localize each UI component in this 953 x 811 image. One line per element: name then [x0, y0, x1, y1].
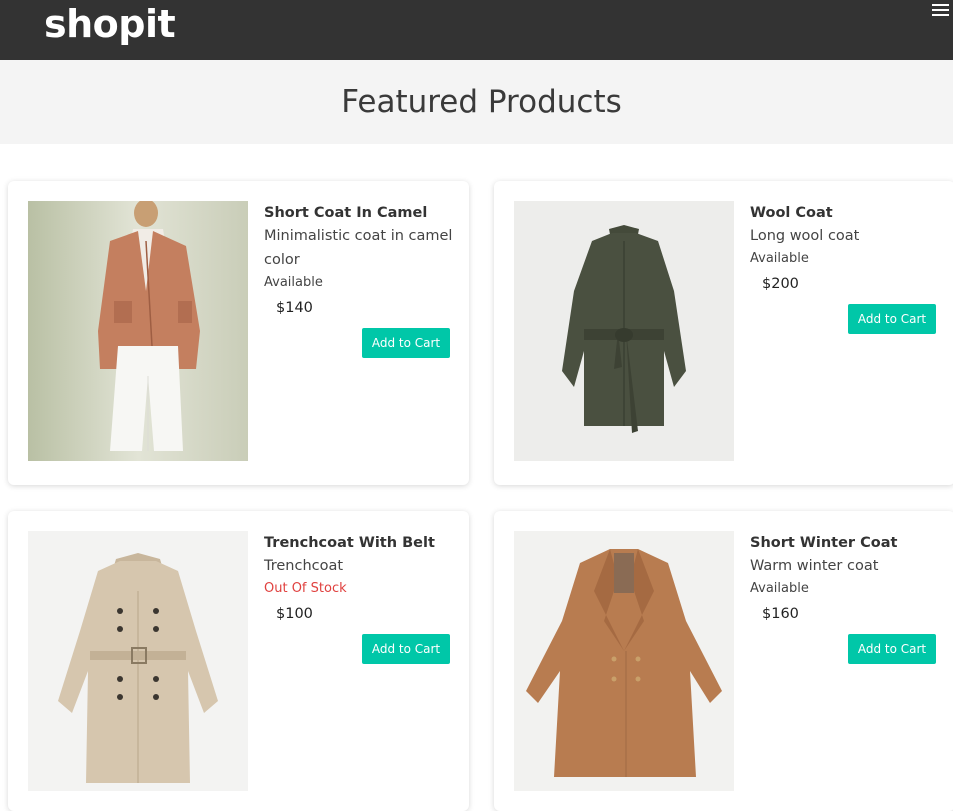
product-card: Wool Coat Long wool coat Available $200 … [494, 181, 953, 485]
product-price: $200 [762, 276, 799, 292]
add-to-cart-button[interactable]: Add to Cart [848, 634, 936, 664]
hero-banner: Featured Products [0, 60, 953, 144]
product-description: Minimalistic coat in camel color [264, 228, 453, 268]
product-name[interactable]: Trenchcoat With Belt [264, 533, 454, 553]
product-info: Trenchcoat With Belt Trenchcoat Out Of S… [264, 533, 454, 624]
hamburger-icon[interactable] [932, 4, 949, 17]
stock-status: Available [750, 251, 809, 266]
product-image[interactable] [28, 201, 248, 461]
add-to-cart-button[interactable]: Add to Cart [848, 304, 936, 334]
top-navbar: shopit [0, 0, 953, 60]
product-info: Short Winter Coat Warm winter coat Avail… [750, 533, 940, 624]
add-to-cart-button[interactable]: Add to Cart [362, 634, 450, 664]
product-image[interactable] [514, 201, 734, 461]
product-image[interactable] [514, 531, 734, 791]
stock-status: Available [264, 275, 323, 290]
product-card: Trenchcoat With Belt Trenchcoat Out Of S… [8, 511, 469, 811]
product-description: Long wool coat [750, 228, 860, 244]
add-to-cart-button[interactable]: Add to Cart [362, 328, 450, 358]
product-description: Warm winter coat [750, 558, 879, 574]
stock-status: Out Of Stock [264, 581, 347, 596]
product-price: $140 [276, 300, 313, 316]
product-card: Short Winter Coat Warm winter coat Avail… [494, 511, 953, 811]
product-name[interactable]: Wool Coat [750, 203, 940, 223]
page-title: Featured Products [341, 84, 622, 120]
product-card: Short Coat In Camel Minimalistic coat in… [8, 181, 469, 485]
product-price: $100 [276, 606, 313, 622]
product-info: Short Coat In Camel Minimalistic coat in… [264, 203, 454, 318]
brand-logo[interactable]: shopit [44, 2, 176, 46]
product-description: Trenchcoat [264, 558, 344, 574]
product-info: Wool Coat Long wool coat Available $200 [750, 203, 940, 294]
product-name[interactable]: Short Winter Coat [750, 533, 940, 553]
product-price: $160 [762, 606, 799, 622]
product-name[interactable]: Short Coat In Camel [264, 203, 454, 223]
stock-status: Available [750, 581, 809, 596]
product-image[interactable] [28, 531, 248, 791]
